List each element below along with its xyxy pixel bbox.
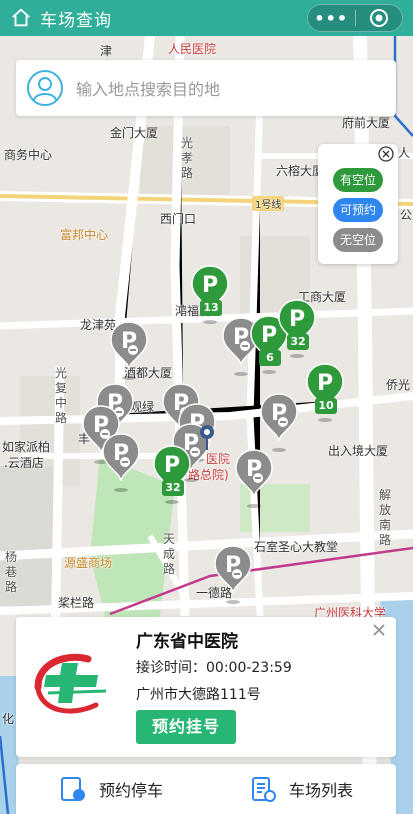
map-label: 津 <box>100 44 113 58</box>
search-input[interactable]: 输入地点搜索目的地 <box>76 76 220 100</box>
parking-pin-icon: P <box>306 363 344 422</box>
svg-text:P: P <box>317 371 333 396</box>
map-label: 出入境大厦 <box>328 444 389 458</box>
map-label: 富邦中心 <box>60 228 109 242</box>
legend-item-full: 无空位 <box>333 228 383 252</box>
home-icon[interactable] <box>10 7 32 29</box>
parking-marker[interactable]: P <box>258 392 300 454</box>
parking-marker[interactable]: P 10 <box>304 362 346 424</box>
svg-text:P: P <box>164 453 180 478</box>
available-spaces-count: 32 <box>287 334 309 350</box>
close-icon[interactable] <box>372 623 386 637</box>
hospital-name: 广东省中医院 <box>136 632 238 652</box>
available-spaces-count: 13 <box>200 300 222 316</box>
map-label: 解放南路 <box>378 488 391 547</box>
map-label: 石室圣心大教堂 <box>254 540 339 554</box>
parking-pin-icon: P <box>110 321 148 380</box>
parking-pin-icon: P <box>153 445 191 504</box>
map-label: 公 <box>400 208 413 222</box>
target-close-icon <box>369 9 388 27</box>
legend-item-bookable: 可预约 <box>333 198 383 222</box>
parking-list-icon <box>251 777 276 802</box>
hospital-info-card: 广东省中医院 接诊时间：00:00-23:59 广州市大德路111号 预约挂号 <box>16 617 396 757</box>
parking-pin-icon: P <box>235 449 273 508</box>
parking-marker[interactable]: P <box>212 544 254 606</box>
parking-marker[interactable]: P <box>108 320 150 382</box>
map-label: .云酒店 <box>4 456 44 470</box>
map-label: 如家派柏 <box>2 440 51 454</box>
parking-list-label: 车场列表 <box>288 781 353 800</box>
close-button[interactable] <box>355 8 402 28</box>
reserve-parking-label: 预约停车 <box>98 781 163 800</box>
map-label: 桨栏路 <box>58 596 95 610</box>
map-label: 化 <box>2 712 15 726</box>
hospital-address: 广州市大德路111号 <box>136 687 261 703</box>
more-menu-button[interactable]: ••• <box>308 9 355 28</box>
legend-item-available: 有空位 <box>333 168 383 192</box>
page-title: 车场查询 <box>40 10 112 31</box>
hospital-hours: 接诊时间：00:00-23:59 <box>136 660 292 676</box>
map-label: 源盛商场 <box>64 556 113 570</box>
map-label: 西门口 <box>160 212 197 226</box>
hospital-logo-icon <box>34 653 107 714</box>
parking-marker[interactable]: P 32 <box>151 444 193 506</box>
reserve-parking-button[interactable]: 预约停车 <box>16 775 206 803</box>
metro-line-label: 1号线 <box>252 196 285 211</box>
map-label: 六榕大厦 <box>276 164 325 178</box>
parking-list-button[interactable]: 车场列表 <box>206 775 396 803</box>
book-appointment-button[interactable]: 预约挂号 <box>136 710 236 744</box>
legend-panel: 有空位 可预约 无空位 <box>318 144 398 264</box>
reserve-parking-icon <box>60 777 85 801</box>
map-label: 光复中路 <box>54 366 67 425</box>
header-bar: 车场查询 ••• <box>0 0 413 36</box>
map-label: 府前大厦 <box>342 116 391 130</box>
parking-pin-icon: P <box>214 545 252 604</box>
map-label: 天成路 <box>162 532 175 576</box>
map-label: 杨巷路 <box>4 550 17 594</box>
svg-text:P: P <box>289 307 305 332</box>
parking-pin-icon: P <box>260 393 298 452</box>
location-pin-icon <box>200 425 214 450</box>
available-spaces-count: 32 <box>162 480 184 496</box>
map-label: 侨光 <box>386 378 411 392</box>
close-icon[interactable] <box>377 145 395 163</box>
bottom-nav: 预约停车 车场列表 <box>16 764 396 814</box>
map-label: 金门大厦 <box>110 126 159 140</box>
parking-marker[interactable]: P <box>233 448 275 510</box>
map-label: 商务中心 <box>4 148 53 162</box>
mini-program-capsule: ••• <box>307 4 403 32</box>
map-label: 人民医院 <box>168 42 217 56</box>
search-box[interactable]: 输入地点搜索目的地 <box>16 60 396 116</box>
parking-marker[interactable]: P <box>100 432 142 494</box>
svg-text:P: P <box>202 273 218 298</box>
parking-pin-icon: P <box>102 433 140 492</box>
svg-text:P: P <box>261 323 277 348</box>
map-label: 光孝路 <box>180 136 193 180</box>
parking-marker[interactable]: P 32 <box>276 298 318 360</box>
user-avatar-icon[interactable] <box>26 69 64 107</box>
map-label: 人 <box>398 146 411 160</box>
parking-pin-icon: P <box>278 299 316 358</box>
available-spaces-count: 10 <box>315 398 337 414</box>
